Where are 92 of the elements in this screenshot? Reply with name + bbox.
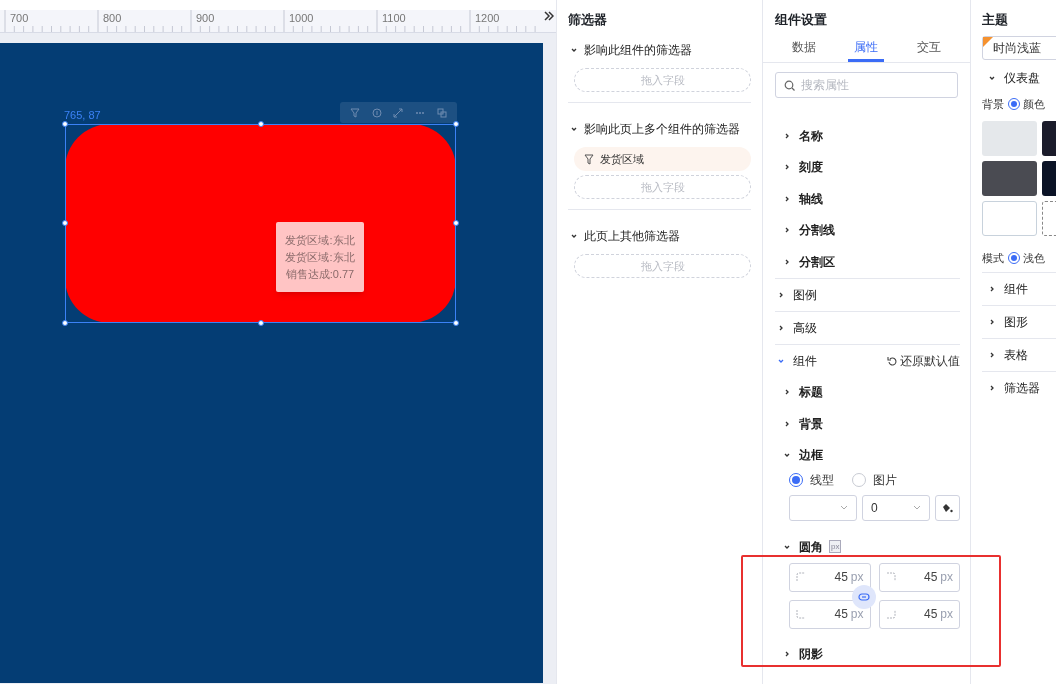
section-header[interactable]: 影响此组件的筛选器 <box>568 38 692 62</box>
filter-icon <box>349 107 360 118</box>
tab[interactable]: 交互 <box>910 34 947 62</box>
property-item[interactable]: 图例 <box>775 285 817 304</box>
property-item[interactable]: 刻度 <box>775 158 823 177</box>
chevron-right-icon <box>988 384 996 392</box>
radio-option[interactable]: 线型 <box>789 471 834 489</box>
resize-handle[interactable] <box>453 320 459 326</box>
chevron-right-icon <box>783 131 791 140</box>
section-header[interactable]: 仪表盘 <box>982 60 1040 96</box>
resize-handle[interactable] <box>453 220 459 226</box>
caret-icon <box>912 505 921 511</box>
ruler-label: 800 <box>102 11 123 26</box>
theme-section-item[interactable]: 表格 <box>982 338 1056 371</box>
undo-icon <box>887 355 897 366</box>
filter-icon <box>584 153 594 165</box>
theme-section-item[interactable]: 筛选器 <box>982 371 1056 404</box>
field-label: 背景 <box>982 97 1004 112</box>
info-icon <box>371 107 382 118</box>
panel-title: 主题 <box>982 11 1009 29</box>
property-item[interactable]: 边框 <box>775 446 823 465</box>
chevron-right-icon <box>988 285 996 293</box>
ruler-label: 1200 <box>474 11 501 26</box>
property-item[interactable]: 标题 <box>775 383 823 402</box>
resize-handle[interactable] <box>62 121 68 127</box>
resize-handle[interactable] <box>258 121 264 127</box>
property-item[interactable]: 分割线 <box>775 221 835 240</box>
ruler-label: 1000 <box>288 11 315 26</box>
corner-icon <box>796 609 806 619</box>
property-item[interactable]: 阴影 <box>775 645 823 664</box>
chevron-right-icon <box>988 351 996 359</box>
property-item[interactable]: 组件 <box>775 351 817 370</box>
unit-badge: px <box>829 540 842 554</box>
search-field[interactable]: 搜索属性 <box>775 72 958 98</box>
reset-button[interactable]: 还原默认值 <box>887 351 960 370</box>
corner-radius-field[interactable]: 45 px <box>878 562 960 592</box>
position-label: 765, 87 <box>64 109 101 122</box>
search-icon <box>784 80 795 91</box>
ruler-label: 1100 <box>381 11 407 26</box>
theme-select[interactable]: 时尚浅蓝 <box>982 36 1056 60</box>
paint-bucket-icon <box>941 502 954 514</box>
property-item[interactable]: 名称 <box>775 126 823 145</box>
tooltip-text: 销售达成:0.77 <box>285 266 355 282</box>
chevron-right-icon <box>783 226 791 235</box>
property-item[interactable]: 圆角 <box>775 537 823 556</box>
property-item[interactable]: 背景 <box>775 414 823 433</box>
color-fill-button[interactable] <box>934 495 960 521</box>
chevron-right-icon <box>783 257 791 266</box>
color-swatch[interactable] <box>982 160 1037 196</box>
tab[interactable]: 属性 <box>848 34 885 62</box>
resize-handle[interactable] <box>453 121 459 127</box>
expand-icon <box>393 107 404 118</box>
filter-chip[interactable]: 发货区域 <box>574 147 751 171</box>
chevron-right-icon <box>783 194 791 203</box>
color-swatch[interactable] <box>982 200 1037 236</box>
expand-button[interactable] <box>544 11 554 21</box>
panel-title: 筛选器 <box>568 11 608 29</box>
property-item[interactable]: 轴线 <box>775 189 823 208</box>
link-icon <box>858 592 870 601</box>
property-item[interactable]: 分割区 <box>775 252 835 271</box>
section-header[interactable]: 影响此页上多个组件的筛选器 <box>568 117 740 141</box>
resize-handle[interactable] <box>62 220 68 226</box>
ruler-label: 900 <box>195 11 216 26</box>
radio-option[interactable]: 颜色 <box>1008 96 1045 113</box>
corner-flag-icon <box>983 37 993 47</box>
corner-radius-field[interactable]: 45 px <box>878 599 960 629</box>
double-chevron-icon <box>544 11 554 21</box>
corner-icon <box>796 572 806 582</box>
copy-icon <box>437 107 448 118</box>
resize-handle[interactable] <box>62 320 68 326</box>
radio-option[interactable]: 浅色 <box>1008 249 1045 266</box>
chevron-right-icon <box>783 163 791 172</box>
property-item[interactable]: 高级 <box>775 318 817 337</box>
select-field[interactable]: 0 <box>861 495 930 521</box>
resize-handle[interactable] <box>258 320 264 326</box>
chevron-right-icon <box>988 318 996 326</box>
tooltip-text: 发货区域:东北 <box>285 232 355 248</box>
section-header[interactable]: 此页上其他筛选器 <box>568 224 680 248</box>
panel-title: 组件设置 <box>774 11 828 29</box>
tab[interactable]: 数据 <box>786 34 823 62</box>
tooltip-text: 发货区域:东北 <box>285 249 355 265</box>
corner-icon <box>885 572 896 582</box>
select-field[interactable] <box>789 495 857 521</box>
theme-section-item[interactable]: 组件 <box>982 272 1056 305</box>
theme-section-item[interactable]: 图形 <box>982 305 1056 338</box>
corner-icon <box>885 609 896 619</box>
field-label: 模式 <box>982 250 1004 266</box>
color-swatch[interactable] <box>982 120 1037 156</box>
link-button[interactable] <box>852 584 876 609</box>
ruler-label: 700 <box>9 11 30 26</box>
radio-option[interactable]: 图片 <box>852 471 897 489</box>
caret-icon <box>839 505 848 511</box>
